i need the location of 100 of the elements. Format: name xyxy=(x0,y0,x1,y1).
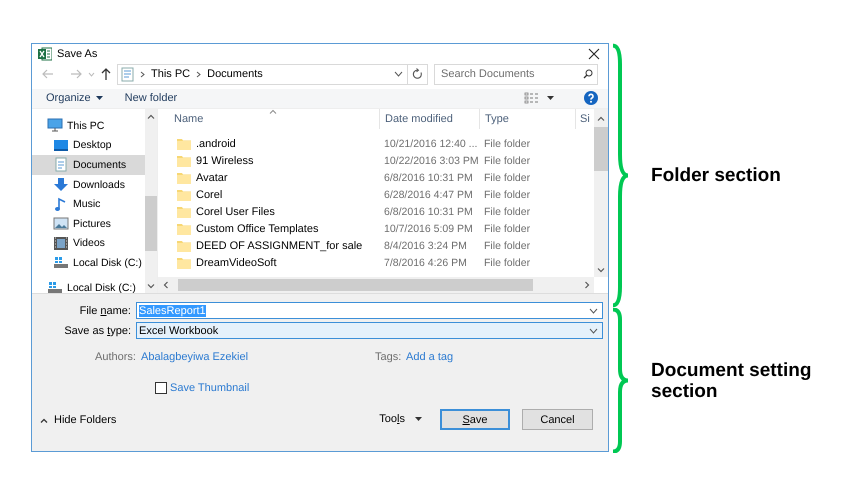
view-list-icon[interactable] xyxy=(524,92,539,104)
chevron-up-icon[interactable] xyxy=(40,418,48,422)
desktop-icon xyxy=(53,138,69,153)
window-title: Save As xyxy=(57,48,98,60)
document-icon xyxy=(121,66,134,82)
file-type: File folder xyxy=(483,238,530,252)
folder-icon xyxy=(177,172,191,184)
document-icon xyxy=(53,157,69,172)
download-arrow-icon xyxy=(53,177,69,192)
dropdown-icon[interactable] xyxy=(547,96,554,100)
sort-caret-icon[interactable] xyxy=(268,109,276,114)
chevron-up-icon[interactable] xyxy=(147,114,155,118)
chevron-left-icon[interactable] xyxy=(162,281,168,289)
scrollbar[interactable] xyxy=(145,109,157,293)
field-label: File name: xyxy=(78,304,132,316)
nav-item[interactable]: This PC xyxy=(32,116,145,136)
file-name[interactable]: 91 Wireless xyxy=(196,154,254,166)
chevron-right-icon[interactable] xyxy=(584,281,590,289)
breadcrumb[interactable]: Documents xyxy=(207,68,263,80)
nav-item[interactable]: Music xyxy=(32,194,145,214)
folder-icon xyxy=(177,138,191,150)
excel-icon xyxy=(38,46,52,61)
chevron-right-icon xyxy=(196,70,202,78)
computer-icon xyxy=(47,118,63,134)
chevron-down-icon[interactable] xyxy=(589,308,598,314)
organize-button[interactable]: Organize xyxy=(46,92,91,104)
refresh-icon[interactable] xyxy=(412,68,423,80)
column-header[interactable]: Name xyxy=(158,109,380,129)
file-type: File folder xyxy=(483,204,530,218)
file-name[interactable]: Corel User Files xyxy=(196,206,275,218)
nav-item[interactable]: Documents xyxy=(32,155,145,175)
nav-item[interactable]: Desktop xyxy=(32,136,145,156)
folder-icon xyxy=(177,256,191,268)
file-type: File folder xyxy=(483,256,530,270)
dialog-button[interactable]: Cancel xyxy=(522,409,593,430)
chevron-down-icon[interactable] xyxy=(597,268,605,272)
date-modified: 6/8/2016 10:31 PM xyxy=(383,170,473,184)
file-name[interactable]: DEED OF ASSIGNMENT_for sale xyxy=(196,240,362,252)
search-icon[interactable] xyxy=(583,68,593,79)
column-header[interactable]: Date modified xyxy=(380,109,480,129)
field-label: Save as type: xyxy=(63,324,132,336)
dropdown-icon[interactable] xyxy=(96,96,103,100)
new-folder-button[interactable]: New folder xyxy=(124,92,178,104)
field-label: Authors: xyxy=(95,351,137,363)
add-tag-link[interactable]: Add a tag xyxy=(406,351,454,363)
file-name[interactable]: DreamVideoSoft xyxy=(196,256,277,268)
column-header[interactable]: Type xyxy=(480,109,576,129)
picture-icon xyxy=(53,216,69,232)
breadcrumb[interactable]: This PC xyxy=(151,68,190,80)
file-type-dropdown[interactable]: Excel Workbook xyxy=(136,322,603,339)
hide-folders-button[interactable]: Hide Folders xyxy=(54,414,116,426)
date-modified: 8/4/2016 3:24 PM xyxy=(383,238,467,252)
scrollbar[interactable] xyxy=(158,277,594,293)
chevron-up-icon[interactable] xyxy=(597,116,605,120)
file-name[interactable]: .android xyxy=(196,138,236,150)
file-name[interactable]: Corel xyxy=(196,188,222,200)
search-field[interactable]: Search Documents xyxy=(434,64,598,85)
film-icon xyxy=(53,236,69,251)
scrollbar[interactable] xyxy=(594,109,608,277)
column-header[interactable]: Si xyxy=(576,109,594,129)
file-type: File folder xyxy=(483,188,530,202)
file-type: File folder xyxy=(483,154,530,168)
nav-item[interactable]: Local Disk (C:) xyxy=(32,253,145,273)
nav-item[interactable]: Local Disk (C:) xyxy=(32,278,145,293)
chevron-down-icon[interactable] xyxy=(589,328,598,334)
help-icon[interactable] xyxy=(584,91,598,106)
dialog-button[interactable]: Save xyxy=(440,409,510,430)
file-type: File folder xyxy=(483,170,530,184)
date-modified: 7/8/2016 4:26 PM xyxy=(383,256,467,270)
nav-item[interactable]: Videos xyxy=(32,234,145,254)
date-modified: 6/8/2016 10:31 PM xyxy=(383,204,473,218)
chevron-right-icon xyxy=(140,70,145,78)
checkbox[interactable] xyxy=(155,382,167,394)
date-modified: 10/22/2016 3:03 PM xyxy=(383,154,479,168)
annotation-label: Folder section xyxy=(651,165,782,186)
checkbox-label[interactable]: Save Thumbnail xyxy=(170,382,250,394)
folder-icon xyxy=(177,188,191,200)
folder-icon xyxy=(177,206,191,218)
address-bar[interactable]: This PC Documents xyxy=(117,64,428,85)
folder-icon xyxy=(177,222,191,234)
drive-icon xyxy=(47,280,63,293)
field-label: Tags: xyxy=(375,351,402,363)
file-type: File folder xyxy=(483,222,530,236)
date-modified: 6/28/2016 4:47 PM xyxy=(383,188,473,202)
close-icon[interactable] xyxy=(588,48,600,60)
chevron-down-icon[interactable] xyxy=(147,284,155,288)
date-modified: 10/7/2016 5:09 PM xyxy=(383,222,473,236)
file-name[interactable]: Custom Office Templates xyxy=(196,222,318,234)
nav-item[interactable]: Pictures xyxy=(32,214,145,234)
file-name[interactable]: Avatar xyxy=(196,172,228,184)
folder-icon xyxy=(177,154,191,166)
tools-button[interactable]: Tools xyxy=(379,413,405,425)
drive-icon xyxy=(53,255,69,270)
dropdown-icon[interactable] xyxy=(415,417,422,421)
annotation-label: Document setting section xyxy=(651,360,812,402)
date-modified: 10/21/2016 12:40 ... xyxy=(383,136,478,150)
author-link[interactable]: Abalagbeyiwa Ezekiel xyxy=(141,351,248,363)
nav-item[interactable]: Downloads xyxy=(32,174,145,194)
chevron-down-icon[interactable] xyxy=(394,71,403,78)
up-arrow-icon[interactable] xyxy=(101,68,111,80)
